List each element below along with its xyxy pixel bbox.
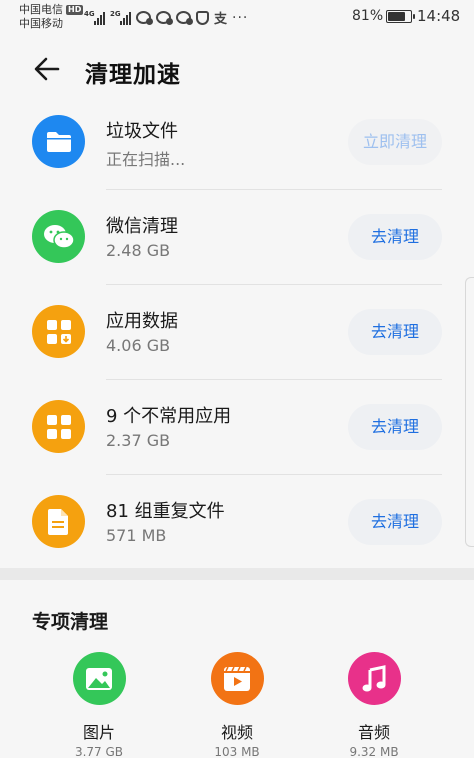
special-item-size: 3.77 GB xyxy=(74,745,124,758)
carrier-2: 中国移动 xyxy=(19,17,63,30)
item-size: 4.06 GB xyxy=(106,336,171,355)
apps-grid-icon xyxy=(32,400,85,453)
item-subtitle: 正在扫描... xyxy=(106,150,186,169)
go-clean-button[interactable]: 去清理 xyxy=(348,214,442,260)
item-title: 垃圾文件 xyxy=(106,121,178,142)
alipay-notification-icon: 支 xyxy=(214,12,228,27)
list-item[interactable]: 微信清理 2.48 GB 去清理 xyxy=(0,190,474,285)
special-clean-row: 图片 3.77 GB 视频 103 MB 音频 9.32 MB xyxy=(0,652,474,758)
go-clean-button[interactable]: 去清理 xyxy=(348,499,442,545)
special-item-label: 图片 xyxy=(82,723,115,742)
app-data-icon xyxy=(32,305,85,358)
item-title: 9 个不常用应用 xyxy=(106,406,232,427)
scroll-handle[interactable] xyxy=(465,277,474,547)
go-clean-button[interactable]: 去清理 xyxy=(348,404,442,450)
music-icon xyxy=(347,652,401,705)
list-item[interactable]: 81 组重复文件 571 MB 去清理 xyxy=(0,475,474,570)
item-size: 2.37 GB xyxy=(106,431,171,450)
cleanup-page: 中国电信 HD 中国移动 4G 2G 支 ··· 81% 14:48 清理加速 … xyxy=(0,0,474,758)
carrier-1: 中国电信 xyxy=(19,3,63,16)
signal-icon: 4G xyxy=(84,9,105,25)
list-item[interactable]: 应用数据 4.06 GB 去清理 xyxy=(0,285,474,380)
list-item[interactable]: 9 个不常用应用 2.37 GB 去清理 xyxy=(0,380,474,475)
special-item-label: 音频 xyxy=(357,723,390,742)
folder-icon xyxy=(32,115,85,168)
section-divider xyxy=(0,568,474,580)
go-clean-button[interactable]: 去清理 xyxy=(348,309,442,355)
shield-icon xyxy=(196,10,209,25)
signal-icon: 2G xyxy=(110,9,131,25)
cleanup-list: 垃圾文件 正在扫描... 立即清理 微信清理 2.48 GB 去清理 应用数据 … xyxy=(0,95,474,570)
clean-now-button[interactable]: 立即清理 xyxy=(348,119,442,165)
special-clean-title: 专项清理 xyxy=(32,611,109,633)
page-title: 清理加速 xyxy=(85,62,181,88)
special-item-size: 103 MB xyxy=(214,745,260,758)
back-arrow-icon xyxy=(34,57,60,81)
battery-percent: 81% xyxy=(352,8,384,24)
item-size: 571 MB xyxy=(106,526,167,545)
clock: 14:48 xyxy=(417,7,461,25)
wechat-icon xyxy=(32,210,85,263)
item-title: 应用数据 xyxy=(106,311,178,332)
special-item-label: 视频 xyxy=(220,723,253,742)
video-icon xyxy=(210,652,264,705)
status-bar: 中国电信 HD 中国移动 4G 2G 支 ··· 81% 14:48 xyxy=(0,0,474,36)
wechat-notification-icon xyxy=(156,11,173,25)
more-notifications-icon: ··· xyxy=(232,9,249,26)
special-item-audio[interactable]: 音频 9.32 MB xyxy=(324,652,424,758)
special-item-videos[interactable]: 视频 103 MB xyxy=(187,652,287,758)
special-item-size: 9.32 MB xyxy=(349,745,399,758)
system-icons: 4G 2G 支 ··· xyxy=(84,8,249,28)
duplicate-file-icon xyxy=(32,495,85,548)
hd-badge: HD xyxy=(66,5,84,15)
battery-fill xyxy=(388,12,406,21)
image-icon xyxy=(72,652,126,705)
battery-icon xyxy=(386,10,415,23)
item-size: 2.48 GB xyxy=(106,241,171,260)
item-title: 微信清理 xyxy=(106,216,178,237)
signal-generation: 4G xyxy=(84,9,95,18)
back-button[interactable] xyxy=(30,52,64,86)
wechat-notification-icon xyxy=(136,11,153,25)
special-item-images[interactable]: 图片 3.77 GB xyxy=(49,652,149,758)
list-item[interactable]: 垃圾文件 正在扫描... 立即清理 xyxy=(0,95,474,190)
signal-generation: 2G xyxy=(110,9,121,18)
wechat-notification-icon xyxy=(176,11,193,25)
carrier-info: 中国电信 HD 中国移动 xyxy=(19,3,84,31)
item-title: 81 组重复文件 xyxy=(106,501,225,522)
header: 清理加速 xyxy=(0,46,474,94)
